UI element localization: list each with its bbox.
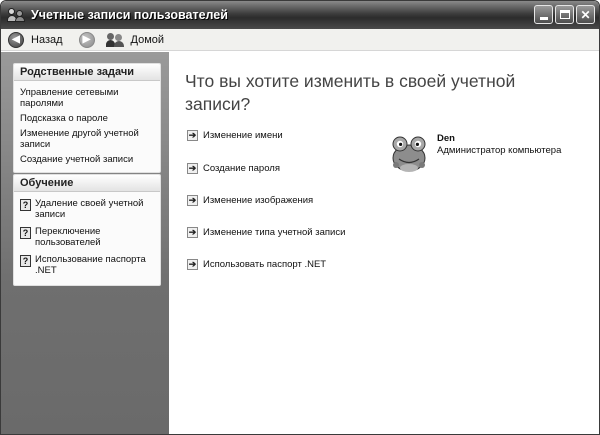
maximize-icon [559, 10, 570, 19]
arrow-right-icon: ➔ [187, 195, 198, 206]
learn-panel: Обучение ? Удаление своей учетной записи… [13, 174, 161, 286]
action-label: Изменение имени [203, 130, 283, 141]
back-button[interactable]: ◀ Назад [8, 31, 63, 48]
navigation-toolbar: ◀ Назад ▶ Домой [1, 29, 599, 51]
close-button[interactable]: ✕ [576, 5, 595, 24]
action-create-password[interactable]: ➔ Создание пароля [187, 163, 280, 174]
learn-item-label: Переключение пользователей [35, 226, 101, 248]
user-role: Администратор компьютера [437, 145, 562, 156]
learn-header[interactable]: Обучение [14, 175, 160, 192]
close-icon: ✕ [580, 7, 591, 22]
forward-button[interactable]: ▶ [78, 31, 95, 48]
learn-item-label: Удаление своей учетной записи [35, 198, 144, 220]
minimize-icon [539, 16, 548, 20]
user-info: Den Администратор компьютера [437, 132, 561, 176]
users-home-icon [105, 32, 127, 47]
arrow-right-icon: ➔ [187, 130, 198, 141]
task-manage-network-passwords[interactable]: Управление сетевыми паролями [20, 87, 156, 109]
task-password-hint[interactable]: Подсказка о пароле [20, 113, 156, 124]
arrow-right-icon: ➔ [187, 163, 198, 174]
home-button[interactable]: Домой [105, 32, 165, 47]
action-change-picture[interactable]: ➔ Изменение изображения [187, 195, 313, 206]
minimize-button[interactable] [534, 5, 553, 24]
maximize-button[interactable] [555, 5, 574, 24]
main-content: Что вы хотите изменить в своей учетной з… [169, 52, 599, 434]
learn-item-switch-users[interactable]: ? Переключение пользователей [20, 226, 156, 248]
help-icon: ? [20, 227, 31, 239]
user-accounts-window: Учетные записи пользователей ✕ ◀ Назад ▶… [0, 0, 600, 435]
window-controls: ✕ [534, 5, 595, 24]
task-create-account[interactable]: Создание учетной записи [20, 154, 156, 165]
task-sidebar: Родственные задачи Управление сетевыми п… [1, 52, 169, 434]
learn-item-delete-account[interactable]: ? Удаление своей учетной записи [20, 198, 156, 220]
related-tasks-header[interactable]: Родственные задачи [14, 64, 160, 81]
user-name: Den [437, 133, 455, 144]
action-change-account-type[interactable]: ➔ Изменение типа учетной записи [187, 227, 345, 238]
action-label: Изменение типа учетной записи [203, 227, 346, 238]
learn-item-label: Использование паспорта .NET [35, 254, 146, 276]
task-change-other-account[interactable]: Изменение другой учетной записи [20, 128, 156, 150]
help-icon: ? [20, 199, 31, 211]
arrow-right-icon: ➔ [187, 259, 198, 270]
related-tasks-panel: Родственные задачи Управление сетевыми п… [13, 63, 161, 173]
back-arrow-icon: ◀ [8, 31, 24, 48]
back-label: Назад [31, 33, 63, 46]
learn-item-net-passport[interactable]: ? Использование паспорта .NET [20, 254, 156, 276]
action-use-net-passport[interactable]: ➔ Использовать паспорт .NET [187, 259, 326, 270]
forward-arrow-icon: ▶ [78, 31, 95, 48]
home-label: Домой [130, 33, 165, 46]
users-icon [7, 7, 25, 23]
title-bar[interactable]: Учетные записи пользователей ✕ [1, 1, 599, 29]
help-icon: ? [20, 255, 31, 267]
action-change-name[interactable]: ➔ Изменение имени [187, 130, 283, 141]
page-title: Что вы хотите изменить в своей учетной з… [185, 71, 516, 114]
frog-avatar [387, 132, 431, 176]
user-card: Den Администратор компьютера [387, 132, 561, 176]
action-label: Создание пароля [203, 163, 280, 174]
action-label: Использовать паспорт .NET [203, 259, 327, 270]
action-label: Изменение изображения [203, 195, 314, 206]
window-title: Учетные записи пользователей [31, 8, 228, 22]
arrow-right-icon: ➔ [187, 227, 198, 238]
